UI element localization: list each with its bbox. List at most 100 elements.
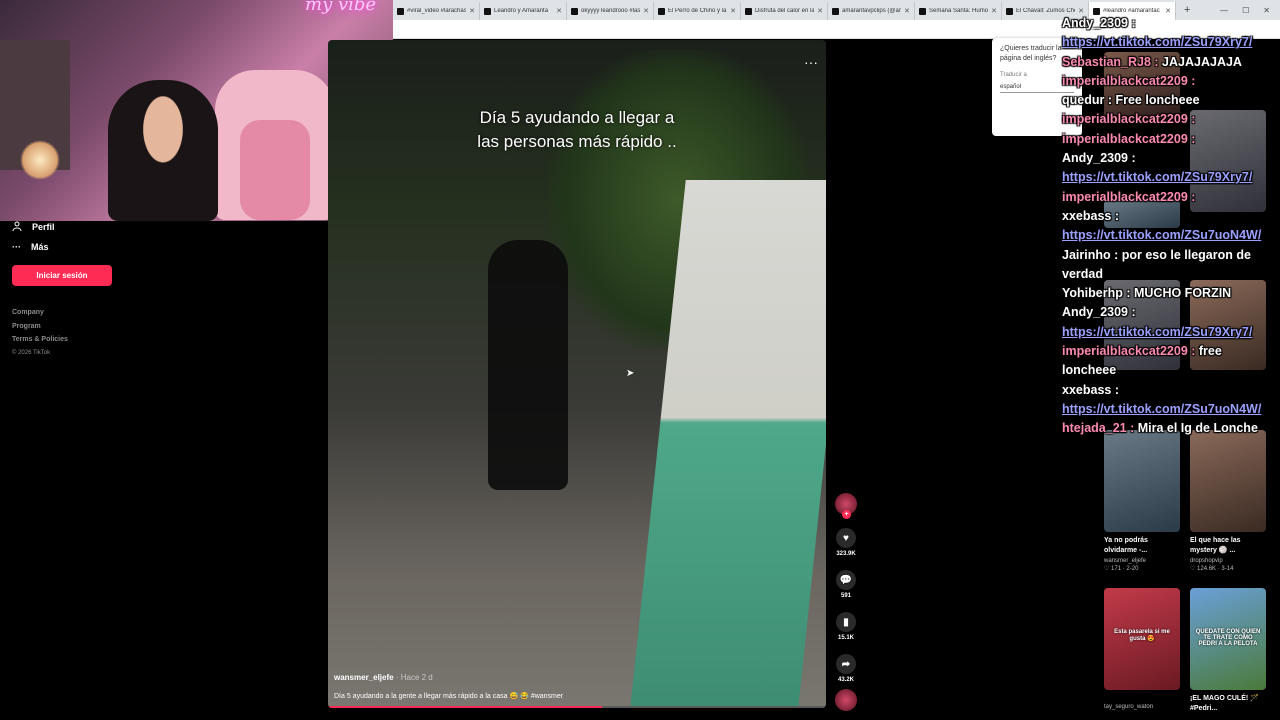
chat-username: Andy_2309 : [1062,151,1136,166]
chat-message: imperialblackcat2209 : [1062,72,1278,91]
sidebar-item-more[interactable]: ··· Más [12,242,49,252]
video-card-meta: ♡ 124.6K · 3-14 [1190,566,1234,572]
chat-message: Sebastian_RJ8 : JAJAJAJAJA [1062,53,1278,72]
chat-message: Andy_2309 : [1062,149,1278,168]
heart-icon[interactable]: ♥ [836,528,856,548]
chat-link[interactable]: https://vt.tiktok.com/ZSu79Xry7/ [1062,323,1278,342]
close-icon[interactable]: ✕ [904,7,910,15]
chat-message: imperialblackcat2209 : [1062,110,1278,129]
tiktok-icon [571,7,578,15]
chat-link[interactable]: https://vt.tiktok.com/ZSu7uoN4W/ [1062,400,1278,419]
video-card[interactable]: Esta pasarela si me gusta 😍 tay_seguro_w… [1104,588,1180,710]
video-card-title[interactable]: Ya no podrás olvidarme -... [1104,536,1180,556]
tiktok-icon [484,7,491,15]
chat-message: imperialblackcat2209 : free loncheee [1062,342,1278,381]
video-thumbnail[interactable]: QUEDATE CON QUIEN TE TRATE COMO PEDRI A … [1190,588,1266,690]
browser-tab[interactable]: El Perro de Chino y la ✕ [654,2,741,20]
close-icon[interactable]: ✕ [643,7,649,15]
chat-link[interactable]: https://vt.tiktok.com/ZSu79Xry7/ [1062,168,1278,187]
video-timestamp: · Hace 2 d [395,673,433,682]
login-button[interactable]: Iniciar sesión [12,265,112,286]
tiktok-icon [832,7,839,15]
video-card[interactable]: Ya no podrás olvidarme -... wansmer_elje… [1104,430,1180,572]
chat-message: xxebass : [1062,381,1278,400]
video-caption-overlay: Día 5 ayudando a llegar a las personas m… [477,108,677,151]
video-card[interactable]: El que hace las mystery 🏐 ... dropshopvi… [1190,430,1266,572]
chat-username: imperialblackcat2209 : [1062,131,1196,146]
chat-text: MUCHO FORZIN [1130,286,1232,301]
sidebar-item-profile[interactable]: Perfil [12,221,55,233]
footer-link-program[interactable]: Program [12,320,68,334]
chat-text: JAJAJAJAJA [1158,54,1242,69]
tiktok-icon [397,7,404,15]
video-progress-fill [328,706,602,708]
chat-message: Andy_2309 : [1062,14,1278,33]
chat-username: imperialblackcat2209 : [1062,344,1196,359]
video-thumbnail[interactable] [1190,430,1266,532]
video-card-title[interactable]: ¡EL MAGO CULÉ! 🪄 #Pedri... [1190,694,1266,714]
video-card-title[interactable]: El que hace las mystery 🏐 ... [1190,536,1266,556]
browser-tab[interactable]: #viral_video #larachas ✕ [393,2,480,20]
chat-username: Jairinho : [1062,247,1119,262]
video-card-author[interactable]: wansmer_eljefe [1104,558,1180,564]
footer-links: Company Program Terms & Policies © 2026 … [12,306,68,360]
chat-text: Free loncheee [1112,93,1200,108]
close-icon[interactable]: ✕ [730,7,736,15]
left-sidebar: Perfil ··· Más Iniciar sesión Company Pr… [0,221,328,720]
video-progress-bar[interactable] [328,706,826,708]
video-thumbnail[interactable] [1104,430,1180,532]
stream-chat-overlay: Andy_2309 : https://vt.tiktok.com/ZSu79Xr… [1062,14,1278,439]
share-icon[interactable]: ➦ [836,654,856,674]
bookmark-icon[interactable]: ▮ [836,612,856,632]
chat-username: quedur : [1062,93,1112,108]
video-figure [488,240,568,490]
close-icon[interactable]: ✕ [556,7,562,15]
chat-message: quedur : Free loncheee [1062,91,1278,110]
follow-plus-icon[interactable]: + [842,510,851,519]
browser-tab[interactable]: amarantavpclips (@am ✕ [828,2,915,20]
creator-avatar[interactable]: + [835,493,857,519]
chat-username: Sebastian_RJ8 : [1062,54,1159,69]
chat-message: htejada_21 : Mira el Ig de Lonche [1062,419,1278,438]
music-disc-icon[interactable] [835,689,857,711]
video-card-author[interactable]: tay_seguro_waton [1104,704,1180,710]
chat-message: Jairinho : por eso le llegaron de verdad [1062,246,1278,285]
browser-tab[interactable]: Disfruta del calor en la ✕ [741,2,828,20]
video-card-author[interactable]: dropshopvip [1190,558,1266,564]
video-card-meta: ♡ 171 · 2-20 [1104,566,1139,572]
video-player[interactable]: Día 5 ayudando a llegar a las personas m… [328,40,826,708]
browser-tab[interactable]: Semana Santa: Humor ✕ [915,2,1002,20]
video-thumbnail[interactable]: Esta pasarela si me gusta 😍 [1104,588,1180,690]
chat-message: xxebass : [1062,207,1278,226]
chat-link[interactable]: https://vt.tiktok.com/ZSu7uoN4W/ [1062,226,1278,245]
chat-username: imperialblackcat2209 : [1062,73,1196,88]
comment-icon[interactable]: 💬 [836,570,856,590]
close-icon[interactable]: ✕ [817,7,823,15]
footer-link-company[interactable]: Company [12,306,68,320]
share-count: 43.2K [837,677,854,683]
mouse-cursor-icon: ➤ [626,368,635,379]
chat-username: imperialblackcat2209 : [1062,189,1196,204]
chat-link[interactable]: https://vt.tiktok.com/ZSu79Xry7/ [1062,33,1278,52]
close-icon[interactable]: ✕ [469,7,475,15]
chat-username: xxebass : [1062,208,1119,223]
browser-tab[interactable]: Leandro y Amaranta ✕ [480,2,567,20]
chat-username: Yohiberhp : [1062,286,1131,301]
tiktok-icon [658,7,665,15]
video-author[interactable]: wansmer_eljefe · Hace 2 d [334,673,433,682]
webcam-chair-back [240,120,310,220]
chat-username: xxebass : [1062,382,1119,397]
video-description: Día 5 ayudando a la gente a llegar más r… [334,693,564,700]
save-count: 15.1K [837,635,854,641]
chat-text: Mira el Ig de Lonche [1134,421,1258,436]
footer-link-terms[interactable]: Terms & Policies [12,333,68,347]
video-card[interactable]: QUEDATE CON QUIEN TE TRATE COMO PEDRI A … [1190,588,1266,714]
chat-username: Andy_2309 : [1062,16,1136,30]
browser-tab[interactable]: okyyyy leandrooo #las ✕ [567,2,654,20]
neon-sign: my vibe [305,0,377,15]
tiktok-icon [919,7,926,15]
video-more-options-icon[interactable]: ··· [804,54,818,70]
sidebar-item-label: Perfil [32,222,55,232]
close-icon[interactable]: ✕ [991,7,997,15]
user-icon [12,221,22,233]
